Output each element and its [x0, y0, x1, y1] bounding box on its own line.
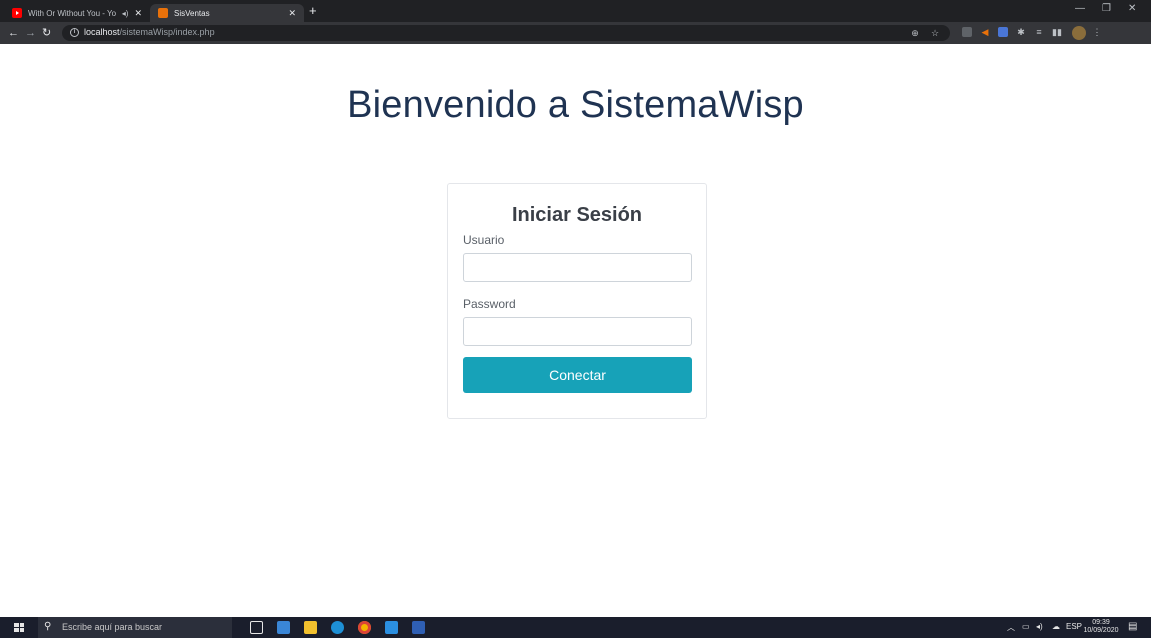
zoom-icon[interactable]: ⊕: [910, 28, 920, 38]
tab-sisventas[interactable]: SisVentas ✕: [150, 4, 304, 22]
back-arrow-icon[interactable]: ←: [8, 26, 19, 40]
language-indicator[interactable]: ESP: [1066, 622, 1082, 631]
file-explorer-icon[interactable]: [277, 621, 290, 634]
extensions-puzzle-icon[interactable]: ✱: [1016, 27, 1026, 37]
network-icon[interactable]: ▭: [1022, 622, 1030, 631]
extension-icon[interactable]: [998, 27, 1008, 37]
maximize-icon[interactable]: ❐: [1102, 3, 1111, 14]
extension-icon[interactable]: [962, 27, 972, 37]
url-host: localhost: [84, 27, 120, 37]
chevron-up-icon[interactable]: ︿: [1007, 622, 1015, 633]
tab-title: SisVentas: [174, 8, 210, 18]
search-icon: ⚲: [44, 621, 52, 632]
login-card: Iniciar Sesión Usuario Password Conectar: [447, 183, 707, 419]
reload-icon[interactable]: ↻: [42, 26, 51, 40]
speaker-icon[interactable]: ◂): [122, 9, 129, 18]
profile-avatar[interactable]: [1072, 26, 1086, 40]
forward-arrow-icon[interactable]: →: [25, 26, 36, 40]
username-input[interactable]: [463, 253, 692, 282]
clock-time: 09:39: [1092, 619, 1110, 626]
media-control-icon[interactable]: ▮▮: [1052, 27, 1062, 37]
login-title: Iniciar Sesión: [511, 204, 643, 226]
connect-button[interactable]: Conectar: [463, 357, 692, 393]
onedrive-cloud-icon[interactable]: ☁: [1052, 622, 1060, 631]
volume-icon[interactable]: ◂): [1036, 622, 1043, 631]
page-title: Bienvenido a SistemaWisp: [347, 84, 804, 126]
tab-title: With Or Without You - YouTube: [28, 8, 116, 18]
word-icon[interactable]: [412, 621, 425, 634]
close-window-icon[interactable]: ✕: [1128, 3, 1136, 14]
folder-icon[interactable]: [304, 621, 317, 634]
vscode-icon[interactable]: [385, 621, 398, 634]
clock-date: 10/09/2020: [1083, 627, 1119, 634]
close-tab-icon[interactable]: ✕: [134, 8, 142, 19]
bookmark-star-icon[interactable]: ☆: [930, 28, 940, 38]
reading-list-icon[interactable]: ≡: [1034, 27, 1044, 37]
youtube-icon: [12, 8, 22, 18]
windows-taskbar: ⚲ Escribe aquí para buscar ︿ ▭ ◂) ☁ ESP …: [0, 617, 1151, 638]
edge-browser-icon[interactable]: [331, 621, 344, 634]
password-label: Password: [463, 297, 516, 311]
tab-youtube[interactable]: With Or Without You - YouTube ◂) ✕: [4, 4, 150, 22]
username-label: Usuario: [463, 233, 505, 247]
password-input[interactable]: [463, 317, 692, 346]
task-view-icon[interactable]: [250, 621, 263, 634]
new-tab-button[interactable]: +: [309, 4, 317, 18]
menu-kebab-icon[interactable]: ⋮: [1092, 27, 1102, 37]
url-text[interactable]: localhost/sistemaWisp/index.php: [84, 27, 215, 37]
browser-tab-strip: With Or Without You - YouTube ◂) ✕ SisVe…: [0, 0, 1151, 22]
sisventas-favicon: [158, 8, 168, 18]
taskbar-search-box[interactable]: ⚲ Escribe aquí para buscar: [38, 617, 232, 638]
address-bar[interactable]: i localhost/sistemaWisp/index.php ☆ ⊕: [62, 25, 950, 41]
close-tab-icon[interactable]: ✕: [288, 8, 296, 19]
search-placeholder: Escribe aquí para buscar: [62, 622, 163, 632]
url-path: /sistemaWisp/index.php: [119, 27, 215, 37]
taskbar-clock[interactable]: 09:39 10/09/2020: [1081, 619, 1121, 635]
minimize-icon[interactable]: —: [1075, 3, 1085, 14]
notifications-icon[interactable]: ▤: [1128, 621, 1137, 632]
chrome-browser-icon[interactable]: [358, 621, 371, 634]
windows-start-icon[interactable]: [14, 623, 24, 632]
browser-toolbar: ← → ↻ i localhost/sistemaWisp/index.php …: [0, 22, 1151, 44]
info-icon[interactable]: i: [70, 28, 79, 37]
extension-icon[interactable]: ◀: [980, 27, 990, 37]
